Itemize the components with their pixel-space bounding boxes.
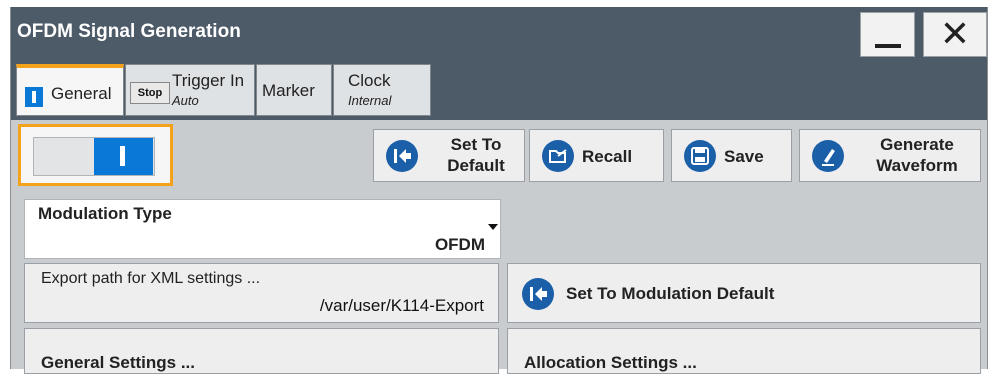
recall-label: Recall [582,147,633,166]
toggle-knob [94,138,153,175]
ofdm-window: OFDM Signal Generation ✕ General Stop Tr… [10,7,988,374]
window-title: OFDM Signal Generation [17,21,241,42]
close-icon: ✕ [939,13,971,54]
export-path-button[interactable]: Export path for XML settings ... /var/us… [24,263,499,323]
folder-open-icon [542,140,574,172]
general-settings-label: General Settings ... [41,353,195,372]
tab-label: General [51,84,112,103]
modulation-type-select[interactable]: Modulation Type OFDM [24,199,501,259]
recall-button[interactable]: Recall [529,129,664,182]
pen-icon [812,140,844,172]
tab-trigger-in[interactable]: Stop Trigger In Auto [125,64,255,116]
general-settings-button[interactable]: General Settings ... [24,328,499,374]
minimize-icon [875,44,901,48]
tab-sublabel: Internal [348,93,392,108]
tab-general[interactable]: General [16,64,124,116]
allocation-settings-label: Allocation Settings ... [524,353,697,372]
tab-label: Trigger In [172,71,245,90]
modulation-default-label: Set To Modulation Default [566,284,775,303]
state-toggle[interactable] [33,137,155,176]
close-button[interactable]: ✕ [923,12,987,57]
tab-marker[interactable]: Marker [256,64,332,116]
allocation-settings-button[interactable]: Allocation Settings ... [507,328,981,374]
tab-label: Clock [348,71,391,90]
tab-strip: General Stop Trigger In Auto Marker Cloc… [11,60,987,120]
save-icon [684,140,716,172]
generate-line2: Waveform [876,156,958,175]
save-label: Save [724,147,764,166]
state-indicator-icon [25,87,43,107]
stop-badge: Stop [130,82,170,104]
power-on-icon [120,146,125,166]
state-toggle-frame [18,124,173,186]
tab-label: Marker [262,81,315,100]
dropdown-arrow-icon [488,224,498,230]
modulation-type-value: OFDM [434,235,485,254]
generate-line1: Generate [880,135,954,154]
export-path-label: Export path for XML settings ... [41,270,261,287]
set-to-modulation-default-button[interactable]: Set To Modulation Default [507,263,981,323]
general-panel: Set To Default Recall Save Generate Wave… [11,120,987,374]
generate-waveform-button[interactable]: Generate Waveform [799,129,981,182]
save-button[interactable]: Save [671,129,792,182]
export-path-value: /var/user/K114-Export [319,296,484,315]
reset-icon [522,278,554,310]
tab-clock[interactable]: Clock Internal [333,64,431,116]
reset-icon [386,140,418,172]
set-default-line1: Set To [450,135,502,154]
minimize-button[interactable] [860,12,915,57]
modulation-type-label: Modulation Type [38,204,172,223]
title-bar: OFDM Signal Generation ✕ [11,7,987,60]
tab-sublabel: Auto [172,93,199,108]
set-default-line2: Default [447,156,505,175]
set-to-default-button[interactable]: Set To Default [373,129,525,182]
